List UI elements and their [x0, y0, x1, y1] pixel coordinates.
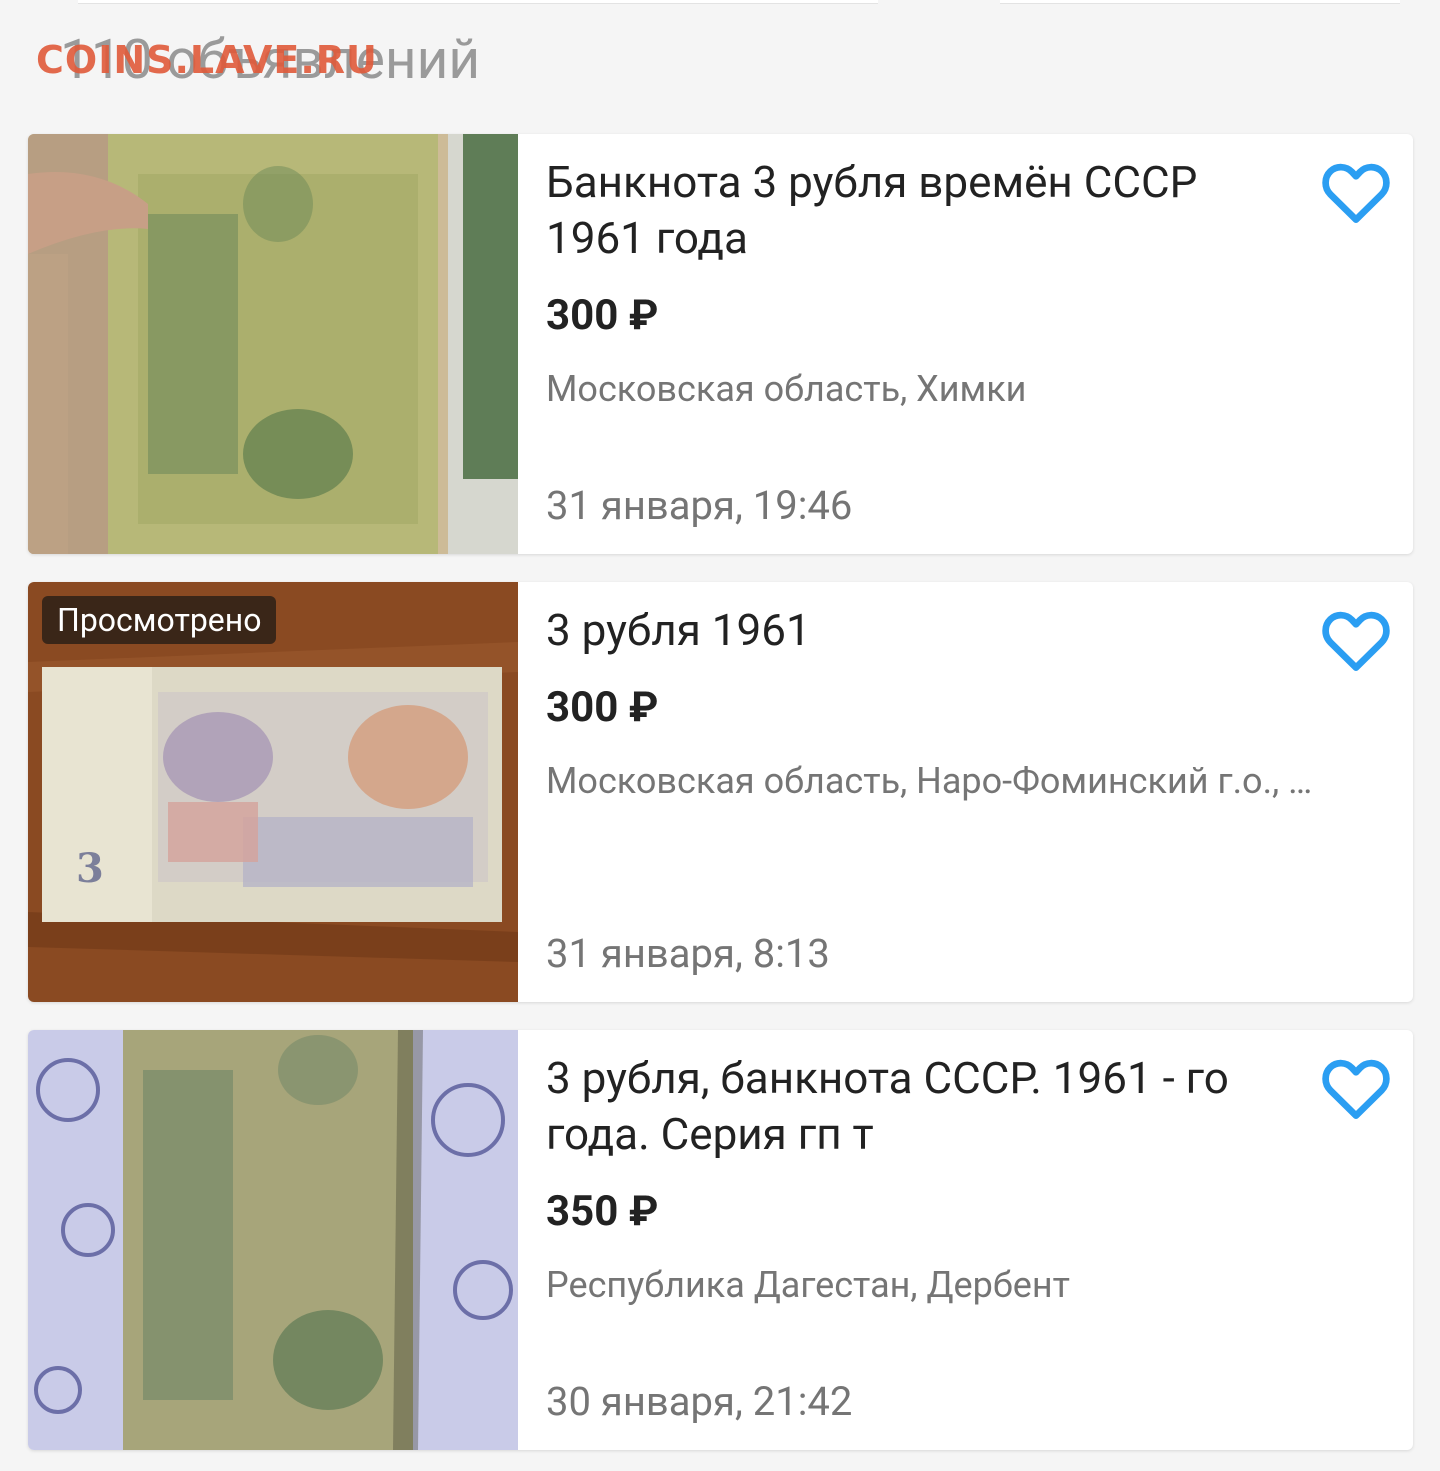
listing-title[interactable]: Банкнота 3 рубля времён СССР 1961 года	[546, 154, 1286, 266]
listing-title[interactable]: 3 рубля, банкнота СССР. 1961 - го года. …	[546, 1050, 1286, 1162]
top-bar-fragment	[1000, 0, 1400, 4]
listing-date: 31 января, 8:13	[546, 930, 830, 977]
favorite-button[interactable]	[1321, 608, 1391, 672]
listing-location: Республика Дагестан, Дербент	[546, 1264, 1070, 1306]
heart-outline-icon	[1322, 1059, 1390, 1119]
watermark: COINS.LAVE.RU	[36, 38, 378, 82]
listing-card[interactable]: Банкнота 3 рубля времён СССР 1961 года 3…	[28, 134, 1413, 554]
listing-info: 3 рубля, банкнота СССР. 1961 - го года. …	[546, 1030, 1413, 1450]
listing-card[interactable]: 3 рубля, банкнота СССР. 1961 - го года. …	[28, 1030, 1413, 1450]
heart-outline-icon	[1322, 163, 1390, 223]
listing-date: 31 января, 19:46	[546, 482, 853, 529]
listing-photo[interactable]	[28, 134, 518, 554]
favorite-button[interactable]	[1321, 160, 1391, 224]
listing-photo[interactable]: 3 Просмотрено	[28, 582, 518, 1002]
svg-text:3: 3	[76, 845, 104, 892]
listing-price: 350 ₽	[546, 1187, 659, 1236]
listing-info: 3 рубля 1961 300 ₽ Московская область, Н…	[546, 582, 1413, 1002]
listing-date: 30 января, 21:42	[546, 1378, 853, 1425]
listing-title[interactable]: 3 рубля 1961	[546, 602, 1286, 658]
viewed-badge: Просмотрено	[42, 596, 277, 644]
favorite-button[interactable]	[1321, 1056, 1391, 1120]
top-bar-fragment	[78, 0, 878, 4]
listing-info: Банкнота 3 рубля времён СССР 1961 года 3…	[546, 134, 1413, 554]
heart-outline-icon	[1322, 611, 1390, 671]
listing-location: Московская область, Химки	[546, 368, 1027, 410]
results-header: 110 объявлений COINS.LAVE.RU	[36, 28, 760, 98]
listing-price: 300 ₽	[546, 683, 659, 732]
listing-price: 300 ₽	[546, 291, 659, 340]
listing-photo[interactable]	[28, 1030, 518, 1450]
listing-card[interactable]: 3 Просмотрено 3 рубля 1961 300 ₽ Московс…	[28, 582, 1413, 1002]
listing-location: Московская область, Наро-Фоминский г.о.,…	[546, 760, 1313, 802]
